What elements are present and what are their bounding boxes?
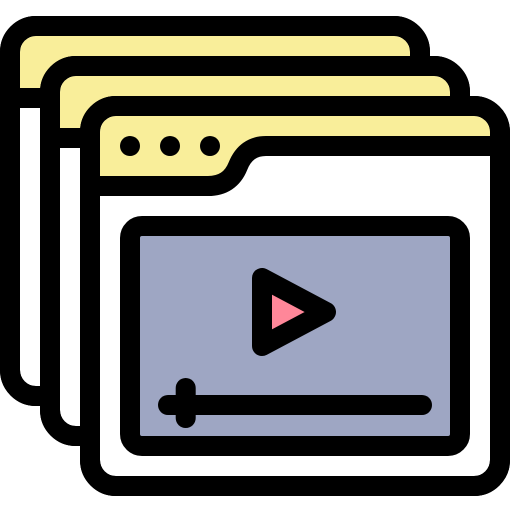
video-player	[120, 216, 470, 456]
window-control-dot-3	[200, 136, 220, 156]
window-control-dot-2	[160, 136, 180, 156]
stacked-video-windows-icon	[0, 16, 510, 496]
window-control-dot-1	[120, 136, 140, 156]
icon-canvas	[0, 0, 512, 512]
